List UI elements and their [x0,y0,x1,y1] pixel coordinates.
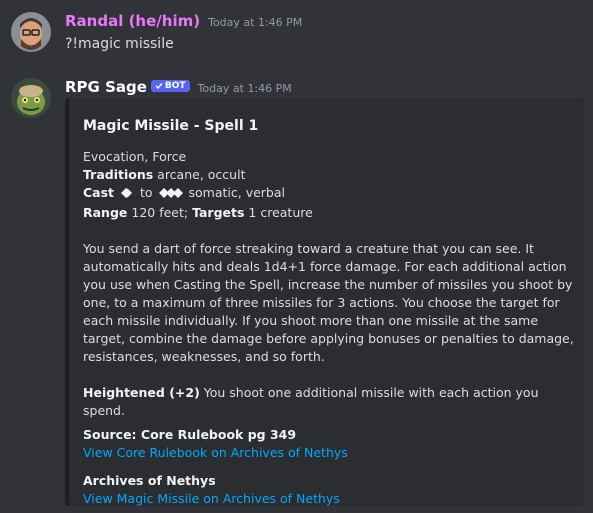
spell-traits: Evocation, Force [83,149,187,164]
username[interactable]: RPG Sage [65,78,147,96]
aon-title: Archives of Nethys [83,473,216,488]
spell-traditions: Traditions arcane, occult [83,166,579,184]
user-avatar[interactable] [11,12,51,52]
message-randal: Randal (he/him) Today at 1:46 PM ?!magic… [0,0,593,70]
timestamp: Today at 1:46 PM [197,82,292,95]
targets-label: Targets [192,205,245,220]
bot-badge-label: BOT [164,81,186,91]
cast-label: Cast [83,185,115,200]
traditions-value: arcane, occult [153,167,246,182]
range-value: 120 feet; [127,205,193,220]
username[interactable]: Randal (he/him) [65,12,200,30]
source-link[interactable]: View Core Rulebook on Archives of Nethys [83,444,579,462]
spell-description: You send a dart of force streaking towar… [83,241,574,364]
aon-link[interactable]: View Magic Missile on Archives of Nethys [83,490,579,508]
message-text: ?!magic missile [65,36,174,52]
cast-to: to [136,185,157,200]
spell-cast: Cast to somatic, verbal [83,184,579,204]
three-action-icon [158,186,183,204]
embed-title: Magic Missile - Spell 1 [83,118,259,134]
spell-heightened: Heightened (+2) You shoot one additional… [83,384,579,420]
traditions-label: Traditions [83,167,154,182]
bot-avatar[interactable] [11,78,51,118]
heightened-label: Heightened (+2) [83,385,200,400]
cast-components: somatic, verbal [188,185,285,200]
spell-range: Range 120 feet; Targets 1 creature [83,204,579,222]
range-label: Range [83,205,128,220]
source-text: Source: Core Rulebook pg 349 [83,427,297,442]
aon-block: Archives of Nethys View Magic Missile on… [83,472,579,508]
spell-embed: Magic Missile - Spell 1 Evocation, Force… [65,98,584,506]
one-action-icon [120,186,134,204]
bot-badge: BOT [150,80,190,92]
checkmark-icon [155,83,163,90]
embed-body: Evocation, Force Traditions arcane, occu… [83,148,579,508]
source-block: Source: Core Rulebook pg 349 View Core R… [83,426,579,462]
timestamp: Today at 1:46 PM [208,16,303,29]
targets-value: 1 creature [244,205,313,220]
